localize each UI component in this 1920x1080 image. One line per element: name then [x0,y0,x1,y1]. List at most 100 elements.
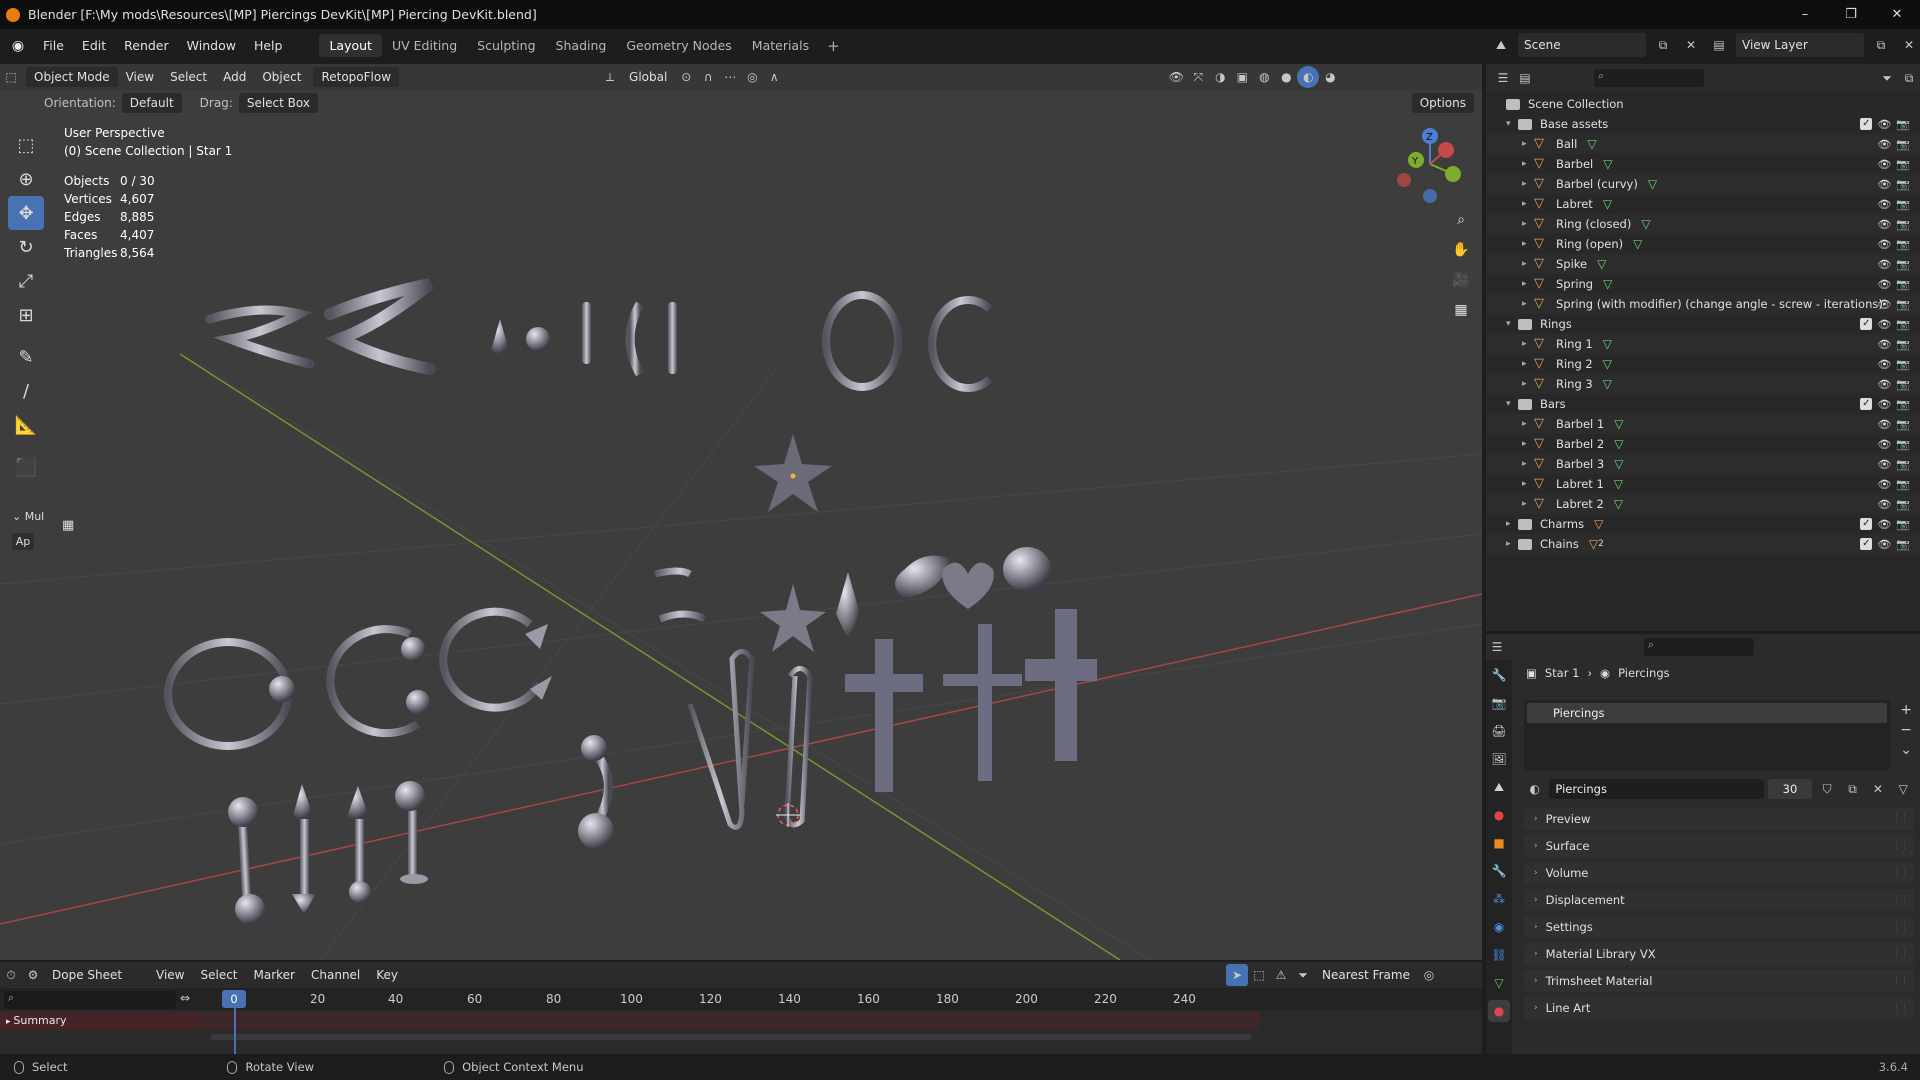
panel-settings[interactable]: › Settings ⋮⋮ [1524,916,1914,938]
workspace-tab-shading[interactable]: Shading [546,34,617,57]
expand-arrow-icon[interactable]: ▸ [1522,139,1534,149]
mesh-data-icon[interactable]: ▽ [1587,137,1596,151]
render-camera-icon[interactable]: 📷 [1896,218,1910,231]
material-name-field[interactable]: Piercings [1549,779,1764,799]
measure-tool-icon[interactable]: 📐 [8,408,44,442]
editor-type-icon[interactable]: ⏱ [0,964,22,986]
zoom-icon[interactable]: ⌕ [1448,208,1474,232]
expand-arrow-icon[interactable]: ▸ [1522,459,1534,469]
render-camera-icon[interactable]: 📷 [1896,378,1910,391]
new-view-layer-icon[interactable]: ⧉ [1870,34,1892,56]
panel-surface[interactable]: › Surface ⋮⋮ [1524,835,1914,857]
expand-arrow-icon[interactable]: ▸ [1506,539,1518,549]
scene-render[interactable] [0,64,1482,960]
drag-grip-icon[interactable]: ⋮⋮ [1892,841,1909,851]
eye-icon[interactable]: 👁 [1877,118,1891,131]
properties-search-input[interactable]: ⌕ [1644,638,1754,656]
material-link-icon[interactable]: ▽ [1893,778,1914,800]
delete-view-layer-icon[interactable]: ✕ [1898,34,1920,56]
xray-toggle-icon[interactable]: ▣ [1231,66,1253,88]
render-camera-icon[interactable]: 📷 [1896,138,1910,151]
eye-icon[interactable]: 👁 [1877,538,1891,551]
viewport-menu-select[interactable]: Select [162,70,215,84]
eye-icon[interactable]: 👁 [1877,398,1891,411]
render-camera-icon[interactable]: 📷 [1896,458,1910,471]
expand-arrow-icon[interactable]: ▸ [1506,519,1518,529]
star-2-object[interactable] [760,584,826,652]
drag-grip-icon[interactable]: ⋮⋮ [1892,976,1909,986]
drag-grip-icon[interactable]: ⋮⋮ [1892,949,1909,959]
maximize-button[interactable]: ❐ [1828,0,1874,29]
drag-grip-icon[interactable]: ⋮⋮ [1892,895,1909,905]
exclude-checkbox[interactable]: ✓ [1860,397,1873,410]
snap-mode-dropdown[interactable]: Nearest Frame [1314,968,1418,982]
checker-icon[interactable]: ▦ [62,518,74,533]
render-camera-icon[interactable]: 📷 [1896,258,1910,271]
timeline-menu-key[interactable]: Key [368,968,406,982]
outliner-object-row[interactable]: ▸ ▽ Ring 1 ▽ 👁 📷 [1486,334,1920,354]
browse-material-icon[interactable]: ◐ [1524,778,1545,800]
outliner-object-row[interactable]: ▸ ▽ Ring 2 ▽ 👁 📷 [1486,354,1920,374]
expand-arrow-icon[interactable]: ▸ [1522,219,1534,229]
dope-sheet-mode-dropdown[interactable]: Dope Sheet [44,968,148,982]
heart-charm-object[interactable] [942,562,994,609]
fake-user-icon[interactable]: ⛉ [1816,778,1837,800]
new-scene-icon[interactable]: ⧉ [1652,34,1674,56]
rendered-shading-icon[interactable]: ◕ [1319,66,1341,88]
solid-shading-icon[interactable]: ● [1275,66,1297,88]
view-layer-tab-icon[interactable]: 🖼 [1488,748,1510,770]
dope-sheet-mode-icon[interactable]: ⚙ [22,964,44,986]
timeline-menu-view[interactable]: View [148,968,192,982]
blender-menu-icon[interactable]: ◉ [10,38,26,54]
material-slot-item[interactable]: Piercings [1527,703,1887,723]
proportional-editing-icon[interactable]: ◎ [741,66,763,88]
timeline-menu-channel[interactable]: Channel [303,968,368,982]
outliner-collection-row[interactable]: ▸ Chains ▽ 2 ✓ 👁 📷 [1486,534,1920,554]
3d-viewport[interactable]: ⬚ Object Mode View Select Add Object Ret… [0,64,1482,960]
menu-window[interactable]: Window [178,38,245,53]
drag-grip-icon[interactable]: ⋮⋮ [1892,814,1909,824]
ball-object[interactable] [526,327,550,351]
select-box-tool-icon[interactable]: ⬚ [8,128,44,162]
cursor-tool-icon[interactable]: ⊕ [8,162,44,196]
slot-specials-icon[interactable]: ⌄ [1900,742,1912,758]
barbel-1-object[interactable] [228,797,265,924]
barbel-3-object[interactable] [346,786,371,903]
view-layer-selector[interactable]: View Layer [1736,33,1864,57]
expand-arrow-icon[interactable]: ▸ [1522,339,1534,349]
visibility-icon[interactable]: 👁 [1165,66,1187,88]
navigation-gizmo[interactable]: Z Y [1390,124,1470,204]
drag-grip-icon[interactable]: ⋮⋮ [1892,922,1909,932]
eye-icon[interactable]: 👁 [1877,438,1891,451]
mesh-data-icon[interactable]: ▽ [1648,177,1657,191]
eye-icon[interactable]: 👁 [1877,158,1891,171]
editor-type-icon[interactable]: ⬚ [0,66,22,88]
outliner-object-row[interactable]: ▸ ▽ Ring (closed) ▽ 👁 📷 [1486,214,1920,234]
outliner-object-row[interactable]: ▸ ▽ Barbel ▽ 👁 📷 [1486,154,1920,174]
mesh-data-icon[interactable]: ▽ [1603,337,1612,351]
outliner-object-row[interactable]: ▸ ▽ Spike ▽ 👁 📷 [1486,254,1920,274]
options-dropdown[interactable]: Options [1411,93,1474,113]
render-camera-icon[interactable]: 📷 [1896,178,1910,191]
mesh-data-icon[interactable]: ▽ [1614,417,1623,431]
camera-view-icon[interactable]: 🎥 [1448,268,1474,292]
unlink-material-icon[interactable]: ✕ [1867,778,1888,800]
render-camera-icon[interactable]: 📷 [1896,298,1910,311]
eye-icon[interactable]: 👁 [1877,278,1891,291]
remove-slot-icon[interactable]: − [1900,722,1912,738]
expand-arrow-icon[interactable]: ▸ [1522,379,1534,389]
workspace-tab-sculpting[interactable]: Sculpting [467,34,545,57]
only-selected-icon[interactable]: ➤ [1226,964,1249,986]
scale-tool-icon[interactable]: ⤢ [8,264,44,298]
spring-objects[interactable] [654,567,707,623]
panel-material-library-vx[interactable]: › Material Library VX ⋮⋮ [1524,943,1914,965]
drag-grip-icon[interactable]: ⋮⋮ [1892,1003,1909,1013]
render-camera-icon[interactable]: 📷 [1896,418,1910,431]
labret-object[interactable] [668,302,677,374]
output-tab-icon[interactable]: 🖨 [1488,720,1510,742]
filter-icon[interactable]: ⏷ [1876,67,1898,89]
summary-channel[interactable]: ▸ Summary [0,1012,1260,1030]
object-tab-icon[interactable]: ■ [1488,832,1510,854]
gem-heart-object[interactable] [895,555,950,599]
exclude-checkbox[interactable]: ✓ [1860,537,1873,550]
